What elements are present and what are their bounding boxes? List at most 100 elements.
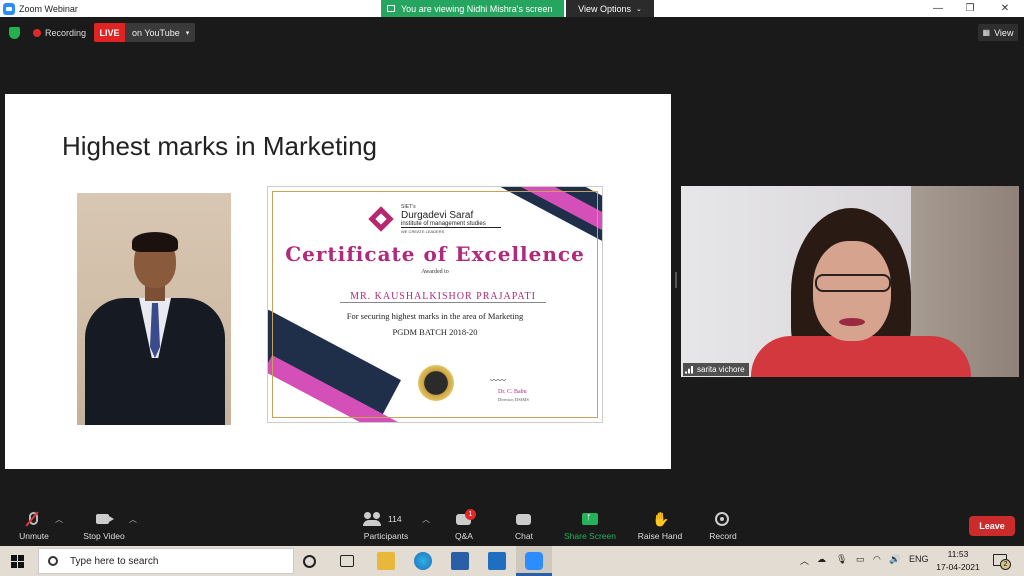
notifications-badge: 2 (1000, 559, 1011, 570)
video-glasses (815, 274, 891, 292)
view-options-button[interactable]: View Options ⌄ (566, 0, 654, 17)
cortana-icon[interactable] (303, 555, 316, 568)
window-title: Zoom Webinar (19, 3, 78, 14)
cert-reason: For securing highest marks in the area o… (346, 311, 524, 321)
chat-label: Chat (515, 531, 533, 541)
taskbar-clock[interactable]: 11:53 17-04-2021 (934, 548, 982, 574)
clock-date: 17-04-2021 (936, 562, 980, 572)
task-view-icon[interactable] (340, 555, 354, 567)
participant-name-label: sarita vichore (683, 363, 749, 376)
cert-inst-tag: WE CREATE LEADERS (401, 229, 445, 234)
leave-button[interactable]: Leave (969, 516, 1015, 536)
caret-down-icon: ▾ (185, 29, 190, 37)
wifi-icon[interactable]: ◠ (873, 554, 881, 565)
certificate: SIET's Durgadevi Saraf institute of mana… (267, 186, 603, 423)
recording-indicator[interactable]: Recording (28, 23, 91, 42)
windows-start-icon[interactable] (11, 555, 24, 568)
cert-heading: Certificate of Excellence (285, 242, 585, 266)
raise-hand-button[interactable]: ✋ Raise Hand (634, 506, 686, 546)
qa-badge: 1 (465, 509, 476, 520)
share-screen-button[interactable]: Share Screen (560, 506, 620, 546)
unmute-label: Unmute (19, 531, 49, 541)
zoom-window: Zoom Webinar You are viewing Nidhi Mishr… (0, 0, 1024, 576)
volume-icon[interactable]: 🔊 (889, 554, 900, 565)
language-indicator[interactable]: ENG (909, 554, 929, 564)
slide-title: Highest marks in Marketing (62, 131, 377, 161)
signal-bars-icon (685, 365, 694, 374)
qa-label: Q&A (455, 531, 473, 541)
viewing-screen-banner: You are viewing Nidhi Mishra's screen (381, 0, 564, 17)
share-screen-label: Share Screen (564, 531, 616, 541)
record-button[interactable]: Record (704, 506, 742, 546)
view-button[interactable]: ▦ View (978, 24, 1018, 41)
edge-browser-icon[interactable] (414, 552, 432, 570)
live-badge: LIVE (94, 23, 125, 42)
panel-splitter[interactable] (675, 272, 677, 288)
cert-batch: PGDM BATCH 2018-20 (392, 327, 478, 337)
cert-inst-name: Durgadevi Saraf (401, 210, 474, 221)
minimize-button[interactable]: — (923, 0, 953, 17)
viewing-screen-text: You are viewing Nidhi Mishra's screen (401, 3, 553, 14)
cert-signatory-title: Director, DSIMS (498, 397, 529, 402)
video-options-chevron-icon[interactable]: ︿ (129, 514, 137, 525)
battery-icon[interactable]: ▭ (856, 554, 865, 565)
view-options-label: View Options (578, 3, 631, 14)
cert-awarded-to: Awarded to (421, 269, 449, 275)
stop-video-button[interactable]: Stop Video (78, 506, 130, 546)
grid-icon: ▦ (982, 28, 991, 37)
security-shield-icon[interactable] (9, 27, 20, 39)
zoom-taskbar-icon[interactable] (525, 552, 543, 570)
chevron-down-icon: ⌄ (636, 5, 642, 13)
qa-icon: 1 (456, 509, 476, 526)
shared-slide: Highest marks in Marketing SIET's Durgad… (5, 94, 671, 469)
record-icon (715, 512, 731, 526)
windows-taskbar: ︿ ☁ 🎙 ▭ ◠ 🔊 ENG 11:53 17-04-2021 2 (0, 546, 1024, 576)
chat-icon (516, 512, 532, 526)
view-label: View (994, 27, 1014, 38)
taskbar-search-input[interactable] (70, 555, 270, 567)
cert-signatory: Dr. C. Babu (498, 389, 527, 395)
mail-icon[interactable] (488, 552, 506, 570)
unmute-button[interactable]: Unmute (14, 506, 54, 546)
zoom-app-icon (3, 2, 15, 15)
title-bar: Zoom Webinar You are viewing Nidhi Mishr… (0, 0, 1024, 17)
recording-dot-icon (33, 28, 41, 37)
meeting-toolbar: Unmute ︿ Stop Video ︿ 114 Participants ︿… (0, 506, 1024, 546)
audio-options-chevron-icon[interactable]: ︿ (55, 514, 63, 525)
video-camera-icon (96, 512, 114, 526)
photo-hair (132, 232, 178, 252)
participant-video[interactable]: sarita vichore (681, 186, 1019, 377)
participants-options-chevron-icon[interactable]: ︿ (422, 514, 430, 525)
record-label: Record (709, 531, 737, 541)
mic-muted-icon (26, 512, 42, 526)
cert-inst-sub: institute of management studies (401, 221, 501, 228)
participants-count: 114 (388, 514, 402, 524)
tray-chevron-icon[interactable]: ︿ (800, 554, 809, 567)
participants-label: Participants (363, 531, 409, 541)
cert-recipient: MR. KAUSHALKISHOR PRAJAPATI (340, 291, 546, 303)
live-target-label: on YouTube (132, 27, 180, 38)
search-icon (48, 556, 58, 566)
hand-icon: ✋ (652, 511, 670, 527)
close-button[interactable]: ✕ (990, 0, 1020, 17)
participants-button[interactable]: 114 Participants (358, 506, 414, 546)
chat-button[interactable]: Chat (508, 506, 540, 546)
recording-label: Recording (45, 27, 87, 38)
raise-hand-label: Raise Hand (637, 531, 683, 541)
cert-seal-icon (418, 365, 454, 401)
qa-button[interactable]: 1 Q&A (448, 506, 480, 546)
participant-name: sarita vichore (697, 365, 745, 374)
stop-video-label: Stop Video (83, 531, 125, 541)
restore-button[interactable]: ❐ (955, 0, 985, 17)
microphone-icon[interactable]: 🎙 (836, 554, 847, 565)
live-target-dropdown[interactable]: on YouTube ▾ (125, 23, 195, 42)
taskbar-search[interactable] (38, 548, 294, 574)
clock-time: 11:53 (947, 549, 969, 559)
onedrive-icon[interactable]: ☁ (817, 554, 826, 565)
screen-share-icon (387, 5, 395, 12)
participants-icon-row: 114 (363, 512, 408, 526)
video-top (751, 336, 971, 377)
file-explorer-icon[interactable] (377, 552, 395, 570)
people-icon (363, 512, 382, 526)
store-icon[interactable] (451, 552, 469, 570)
